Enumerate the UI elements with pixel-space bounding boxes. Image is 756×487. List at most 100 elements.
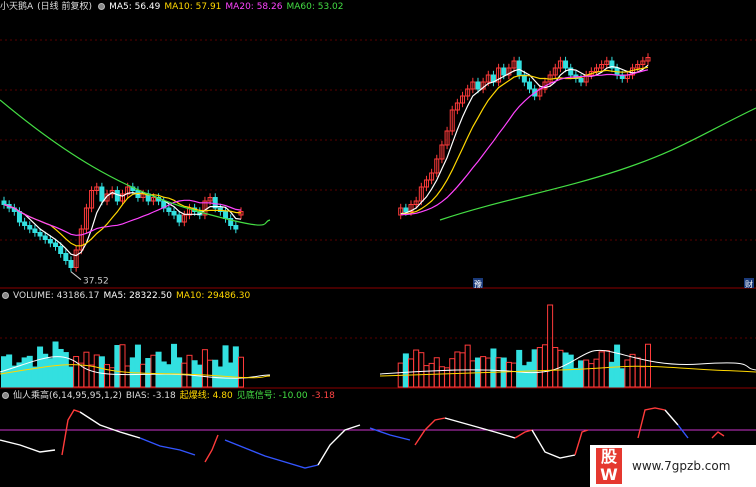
volume-bar (480, 356, 487, 388)
bias-line-segment (79, 411, 141, 439)
volume-bar (145, 358, 152, 388)
indicator-panel-header: 仙人乘高(6,14,95,95,1,2) BIAS: -3.18 起爆线: 4.80… (0, 390, 339, 402)
volume-bar (511, 362, 518, 388)
bias-line-segment (664, 409, 679, 426)
candle (99, 186, 105, 202)
candle (16, 211, 22, 223)
volume-bar (134, 344, 141, 388)
volume-bar (114, 345, 121, 388)
bias-line-segment (574, 429, 589, 456)
volume-bar (201, 349, 208, 388)
volume-bar (212, 359, 219, 388)
volume-bar (52, 341, 59, 388)
volume-bar (428, 362, 435, 388)
volume-bar (402, 353, 409, 388)
volume-bar (217, 366, 224, 388)
volume-bar (176, 357, 183, 388)
vol-ma10-label: MA10: 29486.30 (176, 291, 251, 301)
bias-line-segment (224, 439, 319, 469)
candle (563, 60, 569, 69)
volume-bar (593, 358, 600, 388)
volume-bar (490, 348, 497, 388)
settings-dot-icon[interactable] (2, 392, 9, 399)
volume-label: VOLUME: 43186.17 (13, 291, 100, 301)
volume-bar (505, 361, 512, 388)
volume-bar (93, 354, 100, 388)
ma10-label: MA10: 57.91 (164, 2, 222, 12)
volume-bar (140, 363, 147, 388)
volume-bar (222, 345, 229, 388)
watermark: 股W www.7gpzb.com (590, 445, 756, 487)
volume-bar (438, 366, 445, 388)
event-marker-label: 豫 (474, 279, 482, 289)
volume-bar (1, 356, 7, 388)
stock-chart: 37.52 豫 财 (0, 39, 756, 469)
candle (27, 225, 33, 230)
candle (42, 235, 48, 240)
volume-ma10-line (0, 364, 756, 379)
volume-bar (531, 349, 538, 388)
candle (22, 221, 28, 226)
volume-bar (645, 343, 651, 388)
bias-label: BIAS: -3.18 (125, 391, 176, 401)
volume-bar (26, 355, 33, 388)
volume-bar (227, 362, 234, 388)
candle (516, 60, 522, 76)
vol-ma5-label: MA5: 28322.50 (103, 291, 173, 301)
bias-line-segment (637, 407, 666, 439)
volume-panel-header: VOLUME: 43186.17 MA5: 28322.50 MA10: 29486… (0, 290, 254, 302)
volume-bar (608, 361, 615, 388)
volume-bar (583, 359, 590, 388)
candle (403, 207, 409, 212)
volume-bar (207, 359, 214, 388)
volume-bar (119, 344, 126, 388)
volume-bar (47, 358, 54, 388)
volume-bar (639, 366, 646, 388)
volume-bar (418, 352, 425, 388)
candle (1, 200, 7, 205)
bias-line-segment (317, 424, 361, 466)
ma10-line (3, 66, 649, 247)
ma60-label: MA60: 53.02 (286, 2, 344, 12)
bias-value-label: -3.18 (311, 391, 335, 401)
volume-bar (165, 364, 172, 388)
bias-line-segment (711, 431, 725, 439)
event-marker-label: 财 (745, 279, 753, 289)
watermark-site: www.7gpzb.com (632, 459, 731, 473)
watermark-logo: 股W (596, 448, 622, 484)
volume-bar (629, 353, 636, 388)
volume-bar (408, 358, 415, 388)
volume-bar (557, 349, 564, 388)
candle (578, 78, 584, 83)
volume-bar (433, 357, 440, 388)
volume-bar (547, 304, 554, 388)
candle (32, 228, 38, 233)
volume-bar (171, 343, 178, 388)
volume-bar (191, 360, 198, 388)
ma20-line (3, 69, 649, 236)
volume-bar (155, 351, 162, 388)
candle (58, 246, 64, 254)
volume-bar (598, 351, 605, 388)
volume-bar (603, 350, 610, 388)
settings-dot-icon[interactable] (2, 292, 9, 299)
volume-bar (614, 344, 621, 388)
volume-bar (567, 354, 574, 388)
volume-bar (124, 365, 131, 388)
settings-dot-icon[interactable] (98, 3, 106, 10)
volume-bar (67, 366, 74, 388)
bottom-signal-label: 见底信号: -10.00 (236, 391, 308, 401)
candle (53, 242, 59, 247)
bias-line-segment (444, 417, 516, 439)
candle (233, 225, 239, 230)
low-price-label: 37.52 (83, 277, 109, 287)
bias-line-segment (677, 424, 689, 439)
bias-line-segment (514, 429, 533, 439)
candle (114, 190, 120, 202)
candle (47, 239, 53, 244)
bias-line-segment (0, 439, 56, 453)
volume-bar (21, 357, 28, 388)
volume-bar (98, 356, 105, 388)
volume-bar (578, 360, 585, 388)
candle (527, 81, 533, 90)
